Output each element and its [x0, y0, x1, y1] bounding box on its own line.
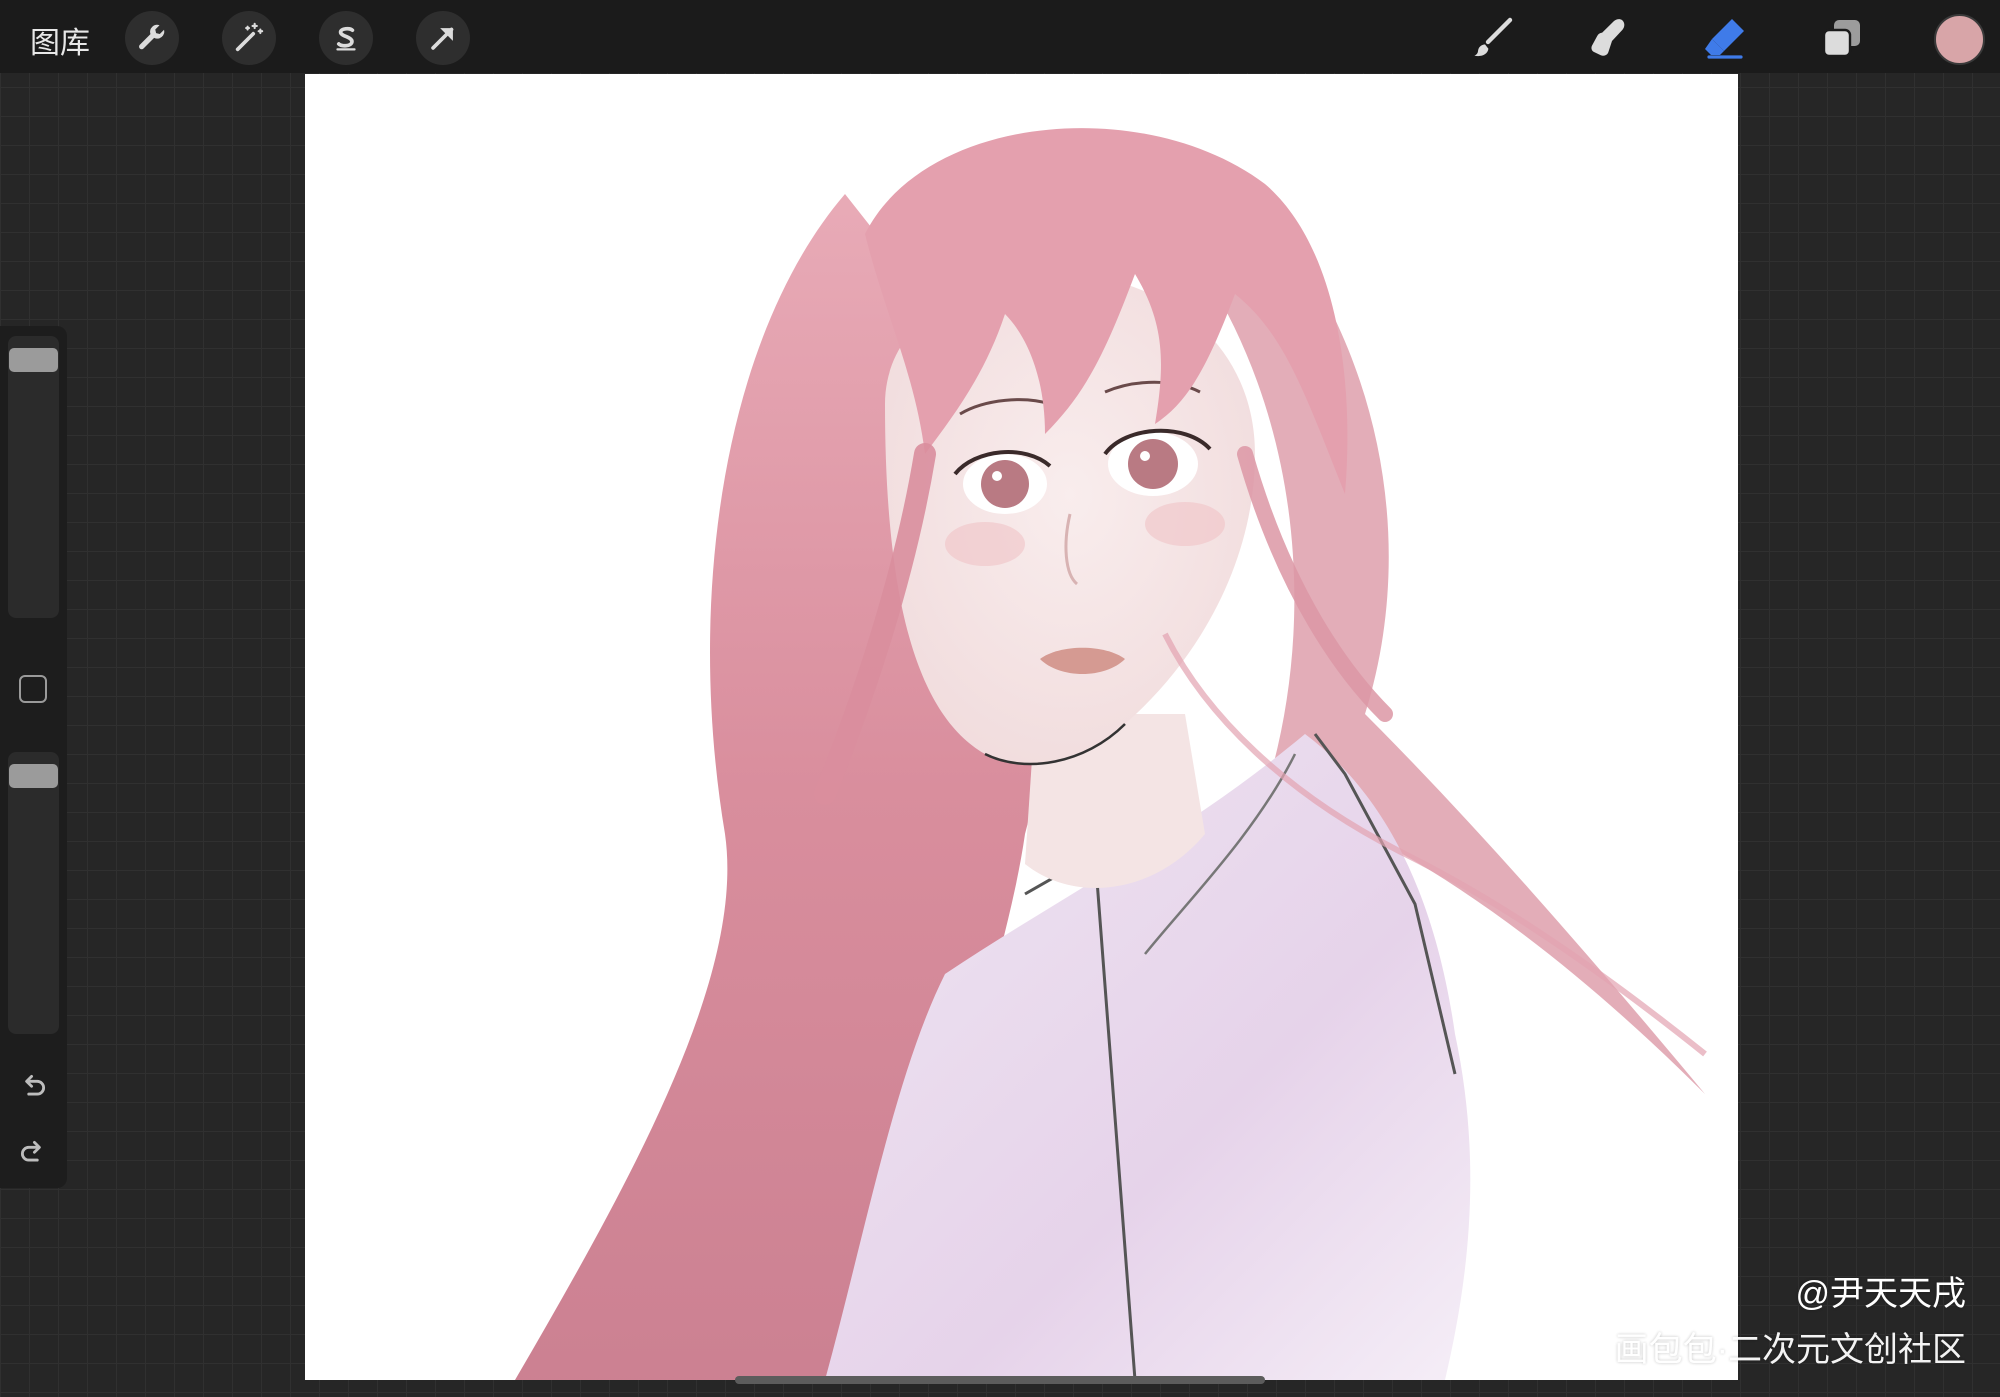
opacity-thumb[interactable] [9, 764, 58, 788]
drawing-canvas[interactable] [305, 74, 1738, 1380]
brush-size-slider[interactable] [8, 336, 59, 618]
smudge-button[interactable] [1582, 12, 1634, 64]
eraser-icon [1705, 19, 1744, 59]
brush-icon [1474, 17, 1513, 57]
brush-size-thumb[interactable] [9, 348, 58, 372]
top-toolbar: 图库 [0, 0, 2000, 73]
adjustments-button[interactable] [222, 11, 276, 65]
eraser-button[interactable] [1699, 12, 1751, 64]
painting-artwork [515, 128, 1707, 1380]
opacity-slider[interactable] [8, 752, 59, 1034]
undo-icon [25, 1074, 46, 1096]
magic-wand-icon [235, 22, 264, 52]
smudge-finger-icon [1591, 19, 1625, 56]
selection-s-icon [336, 26, 356, 51]
layers-button[interactable] [1816, 12, 1868, 64]
transform-button[interactable] [416, 11, 470, 65]
wrench-icon [139, 24, 165, 50]
redo-button[interactable] [14, 1134, 52, 1172]
brush-button[interactable] [1466, 12, 1518, 64]
modify-button[interactable] [19, 675, 47, 703]
undo-button[interactable] [14, 1068, 52, 1106]
gallery-button[interactable]: 图库 [30, 18, 90, 62]
redo-icon [20, 1140, 41, 1162]
color-picker-swatch[interactable] [1934, 14, 1985, 65]
selection-button[interactable] [319, 11, 373, 65]
watermark-site: 画包包·二次元文创社区 [1614, 1331, 1966, 1369]
home-indicator[interactable] [735, 1376, 1265, 1384]
watermark-author: @尹天天戌 [1795, 1275, 1966, 1313]
actions-button[interactable] [125, 11, 179, 65]
arrow-icon [431, 27, 454, 50]
layers-icon [1822, 20, 1860, 58]
left-sidebar [0, 326, 67, 1188]
